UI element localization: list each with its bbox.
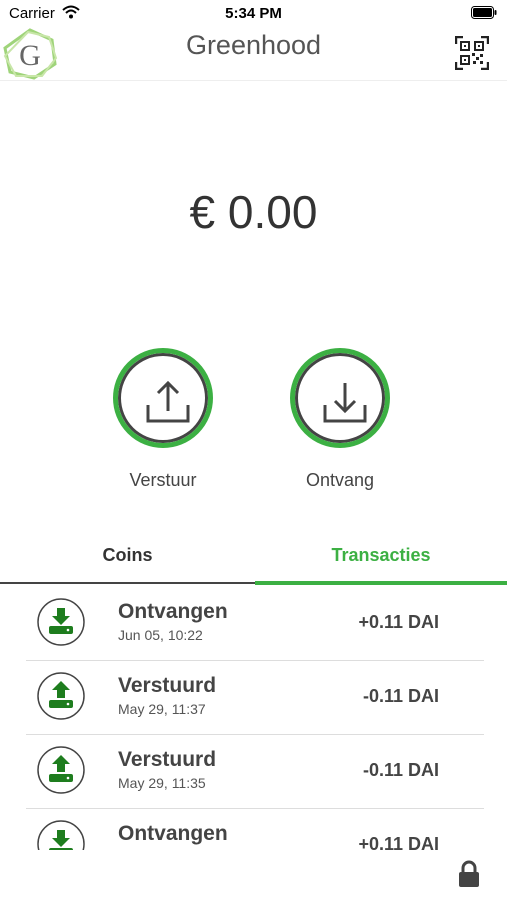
transaction-date: May 29, 11:35 (118, 775, 206, 791)
sent-icon (37, 672, 85, 720)
active-tab-indicator (255, 581, 507, 585)
transaction-amount: +0.11 DAI (358, 834, 439, 850)
send-label: Verstuur (129, 470, 197, 490)
download-icon (323, 383, 367, 423)
lock-icon[interactable] (457, 860, 481, 888)
transaction-date: Jun 05, 10:22 (118, 627, 203, 643)
receive-button[interactable]: Ontvang (290, 348, 400, 490)
battery-icon (471, 6, 497, 19)
transaction-type: Verstuurd (118, 748, 217, 771)
tab-bar: Coins Transacties (0, 530, 507, 586)
sent-icon (37, 746, 85, 794)
tab-transacties[interactable]: Transacties (255, 530, 507, 582)
transaction-amount: -0.11 DAI (362, 686, 439, 706)
transaction-row[interactable]: Ontvangen Jun 05, 10:22 +0.11 DAI (26, 586, 484, 661)
transaction-date: May 29, 11:37 (118, 701, 206, 717)
received-icon (37, 820, 85, 850)
transaction-row[interactable]: Verstuurd May 29, 11:37 -0.11 DAI (26, 660, 484, 735)
tab-coins[interactable]: Coins (0, 530, 255, 582)
transaction-type: Ontvangen (118, 600, 228, 623)
transaction-list[interactable]: Ontvangen Jun 05, 10:22 +0.11 DAI Verstu… (0, 586, 507, 850)
transaction-type: Ontvangen (118, 822, 228, 845)
transaction-row[interactable]: Verstuurd May 29, 11:35 -0.11 DAI (26, 734, 484, 809)
status-bar: Carrier 5:34 PM (0, 0, 507, 26)
balance-amount: € 0.00 (189, 186, 318, 238)
upload-icon (146, 380, 190, 423)
received-icon (37, 598, 85, 646)
transaction-amount: +0.11 DAI (358, 612, 439, 632)
send-button[interactable]: Verstuur (113, 348, 223, 490)
status-time: 5:34 PM (225, 5, 282, 22)
transaction-row[interactable]: Ontvangen +0.11 DAI (26, 808, 484, 850)
receive-circle[interactable] (290, 348, 390, 448)
qr-scan-icon[interactable] (455, 36, 489, 70)
transaction-amount: -0.11 DAI (362, 760, 439, 780)
app-title: Greenhood (185, 30, 322, 60)
transaction-type: Verstuurd (118, 674, 217, 697)
receive-label: Ontvang (305, 470, 375, 490)
send-circle[interactable] (113, 348, 213, 448)
